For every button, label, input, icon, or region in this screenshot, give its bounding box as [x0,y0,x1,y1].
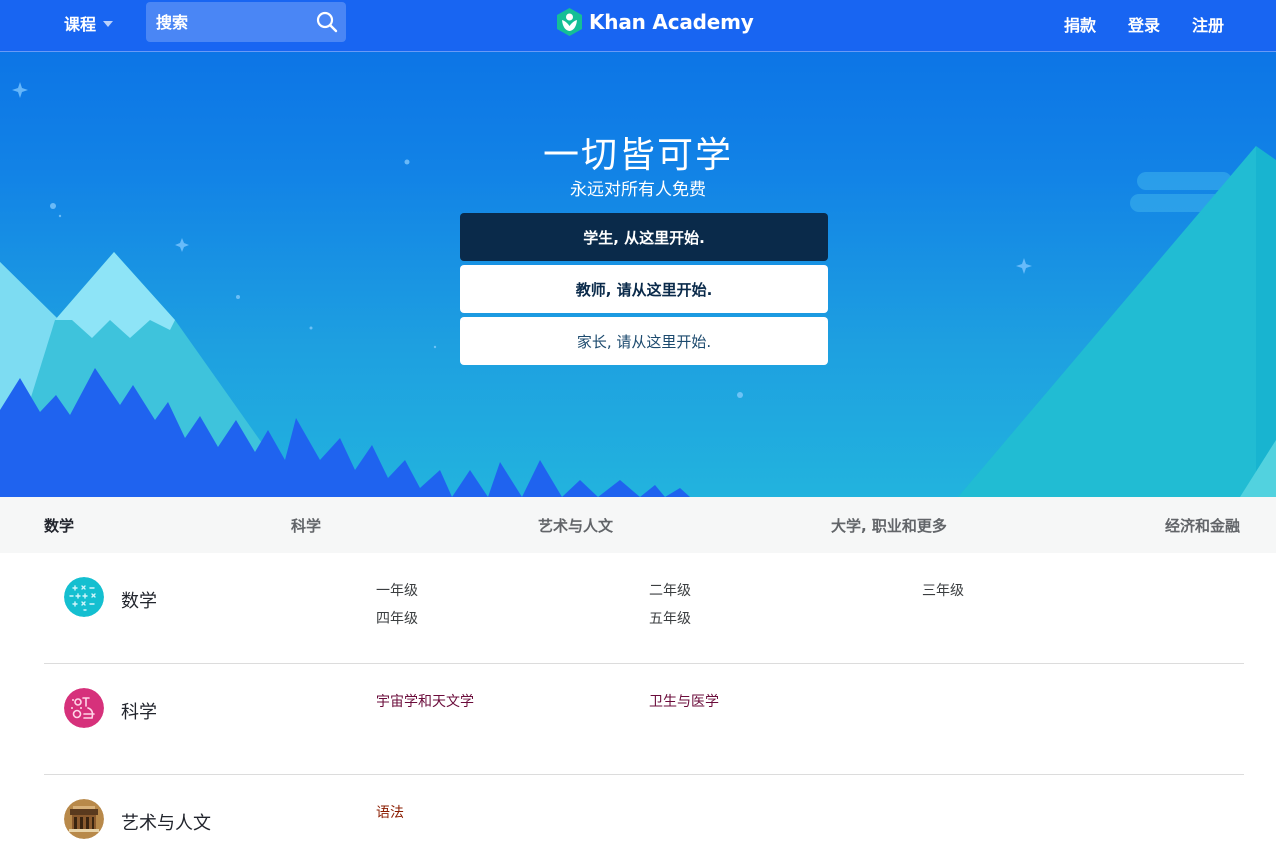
teacher-start-button[interactable]: 教师, 请从这里开始. [460,265,828,313]
hero-title: 一切皆可学 [542,135,733,176]
subject-row-arts: 艺术与人文 语法 [44,775,1244,868]
login-link[interactable]: 登录 [1128,12,1160,36]
leaf-logo-icon [557,8,582,36]
math-grade-3-link[interactable]: 三年级 [922,580,964,600]
tab-math[interactable]: 数学 [44,515,74,536]
student-start-button[interactable]: 学生, 从这里开始. [460,213,828,261]
tab-economics-finance[interactable]: 经济和金融 [1165,515,1240,536]
search-icon[interactable] [316,11,338,33]
arts-grammar-link[interactable]: 语法 [376,802,404,822]
search-input[interactable] [146,2,306,42]
courses-menu[interactable]: 课程 [64,12,114,34]
science-health-medicine-link[interactable]: 卫生与医学 [649,691,719,711]
subject-row-math: 数学 一年级 二年级 三年级 四年级 五年级 [44,553,1244,664]
courses-label: 课程 [64,15,97,34]
donate-link[interactable]: 捐款 [1064,12,1096,36]
math-grade-5-link[interactable]: 五年级 [649,608,691,628]
search-box [146,2,346,42]
subject-title-math[interactable]: 数学 [121,587,157,613]
arts-badge-icon[interactable] [64,799,104,839]
top-navigation: 课程 Khan Academy 捐款 登录 注册 [0,0,1276,52]
subject-row-science: 科学 宇宙学和天文学 卫生与医学 [44,664,1244,775]
math-grade-4-link[interactable]: 四年级 [376,608,418,628]
subject-title-science[interactable]: 科学 [121,698,157,724]
logo-text: Khan Academy [589,10,754,34]
parent-start-button[interactable]: 家长, 请从这里开始. [460,317,828,365]
khan-academy-logo[interactable]: Khan Academy [556,8,754,36]
hero-subtitle: 永远对所有人免费 [570,180,706,200]
chevron-down-icon [103,21,114,27]
tab-arts-humanities[interactable]: 艺术与人文 [538,515,613,536]
tab-college-careers[interactable]: 大学, 职业和更多 [831,515,947,536]
account-nav: 捐款 登录 注册 [1064,12,1224,36]
subject-title-arts[interactable]: 艺术与人文 [121,809,211,835]
math-badge-icon[interactable] [64,577,104,617]
signup-link[interactable]: 注册 [1192,12,1224,36]
tab-science[interactable]: 科学 [291,515,321,536]
science-cosmology-link[interactable]: 宇宙学和天文学 [376,691,474,711]
math-grade-2-link[interactable]: 二年级 [649,580,691,600]
math-grade-1-link[interactable]: 一年级 [376,580,418,600]
subject-tabs: 数学 科学 艺术与人文 大学, 职业和更多 经济和金融 [0,497,1276,553]
science-badge-icon[interactable] [64,688,104,728]
